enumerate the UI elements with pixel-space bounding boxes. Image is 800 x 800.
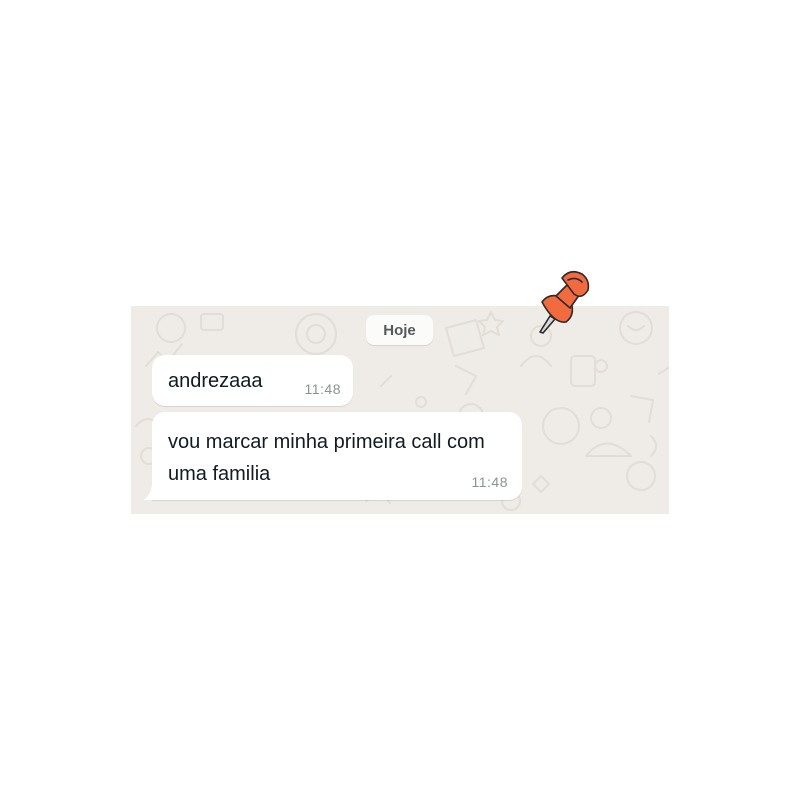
message-text: andrezaaa xyxy=(168,370,263,392)
message-bubble[interactable]: andrezaaa 11:48 xyxy=(152,355,353,406)
date-divider: Hoje xyxy=(366,315,433,345)
message-timestamp: 11:48 xyxy=(471,474,508,490)
date-divider-label: Hoje xyxy=(383,321,416,339)
message-bubble[interactable]: vou marcar minha primeira call com uma f… xyxy=(152,412,522,500)
message-timestamp: 11:48 xyxy=(304,381,341,397)
pushpin-icon xyxy=(539,270,590,334)
message-text: vou marcar minha primeira call com uma f… xyxy=(168,431,485,485)
stage: Hoje andrezaaa 11:48 vou marcar minha pr… xyxy=(0,0,800,800)
